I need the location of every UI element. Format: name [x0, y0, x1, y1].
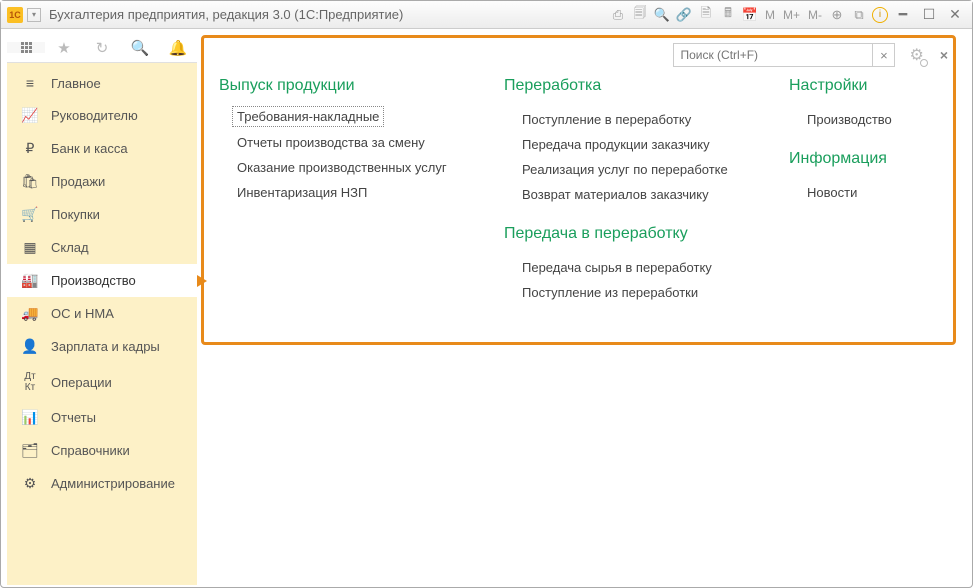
settings-gear-icon[interactable]: ⚙ [909, 45, 923, 65]
cart-icon: 🛒 [21, 206, 39, 223]
nav-item-bank[interactable]: ₽ Банк и касса [7, 132, 197, 165]
nav-item-directories[interactable]: 🗂 Справочники [7, 434, 197, 467]
debit-credit-icon: ДтКт [21, 371, 39, 393]
list-icon: ≡ [21, 75, 39, 91]
nav-label: ОС и НМА [51, 306, 114, 321]
minimize-button[interactable]: ━ [892, 6, 914, 23]
link-processing-services[interactable]: Реализация услуг по переработке [504, 157, 759, 182]
favorites-tab[interactable]: ★ [45, 39, 83, 57]
tabs-icon[interactable]: ⧉ [850, 6, 868, 24]
nav-label: Операции [51, 375, 112, 390]
link-news[interactable]: Новости [789, 180, 929, 205]
nav-label: Покупки [51, 207, 100, 222]
nav-item-operations[interactable]: ДтКт Операции [7, 363, 197, 401]
nav-item-manager[interactable]: 📈 Руководителю [7, 99, 197, 132]
content-panel: × ⚙ × Выпуск продукции Требования-наклад… [197, 33, 966, 585]
mem-mplus-button[interactable]: M+ [781, 8, 802, 22]
folder-icon: 🗂 [21, 442, 39, 459]
nav-item-assets[interactable]: 🚚 ОС и НМА [7, 297, 197, 330]
titlebar: 1C ▾ Бухгалтерия предприятия, редакция 3… [1, 1, 972, 29]
sidebar: ★ ↻ 🔍 🔔 ≡ Главное 📈 Руководителю ₽ Банк и к… [7, 33, 197, 585]
nav-item-admin[interactable]: ⚙ Администрирование [7, 467, 197, 500]
link-production-reports[interactable]: Отчеты производства за смену [219, 130, 474, 155]
chart-up-icon: 📈 [21, 107, 39, 124]
nav-label: Продажи [51, 174, 105, 189]
maximize-button[interactable]: ☐ [918, 6, 940, 23]
sidebar-tabs: ★ ↻ 🔍 🔔 [7, 33, 197, 63]
person-icon: 👤 [21, 338, 39, 355]
history-tab[interactable]: ↻ [83, 39, 121, 57]
section-information[interactable]: Информация [789, 150, 929, 168]
section-transfer-processing[interactable]: Передача в переработку [504, 225, 759, 243]
calculator-icon[interactable]: 🖩 [719, 6, 737, 24]
grid-icon [21, 42, 32, 53]
section-settings[interactable]: Настройки [789, 77, 929, 95]
content-toolbar: × ⚙ × [209, 37, 966, 77]
nav-label: Отчеты [51, 410, 96, 425]
boxes-icon: ▦ [21, 239, 39, 256]
bars-icon: 📊 [21, 409, 39, 426]
compare-icon[interactable]: 🗎 [697, 6, 715, 24]
nav: ≡ Главное 📈 Руководителю ₽ Банк и касса 🛍 Пр… [7, 63, 197, 585]
nav-label: Руководителю [51, 108, 138, 123]
app-logo-icon: 1C [7, 7, 23, 23]
sections-tab[interactable] [7, 42, 45, 53]
link-requirements[interactable]: Требования-накладные [233, 107, 383, 126]
link-transfer-raw[interactable]: Передача сырья в переработку [504, 255, 759, 280]
gear-icon: ⚙ [21, 475, 39, 492]
link-icon[interactable]: 🔗 [675, 6, 693, 24]
truck-icon: 🚚 [21, 305, 39, 322]
nav-label: Банк и касса [51, 141, 128, 156]
help-icon[interactable]: i [872, 7, 888, 23]
nav-label: Справочники [51, 443, 130, 458]
nav-label: Зарплата и кадры [51, 339, 160, 354]
ruble-icon: ₽ [21, 140, 39, 157]
close-panel-button[interactable]: × [940, 47, 948, 63]
nav-item-main[interactable]: ≡ Главное [7, 67, 197, 99]
clear-search-button[interactable]: × [873, 43, 895, 67]
nav-item-purchases[interactable]: 🛒 Покупки [7, 198, 197, 231]
nav-item-reports[interactable]: 📊 Отчеты [7, 401, 197, 434]
nav-label: Главное [51, 76, 101, 91]
bag-icon: 🛍 [21, 173, 39, 190]
mem-m-button[interactable]: M [763, 8, 777, 22]
nav-label: Склад [51, 240, 89, 255]
link-receipt-processing[interactable]: Поступление в переработку [504, 107, 759, 132]
nav-item-warehouse[interactable]: ▦ Склад [7, 231, 197, 264]
zoom-in-icon[interactable]: ⊕ [828, 6, 846, 24]
app-menu-dropdown[interactable]: ▾ [27, 8, 41, 22]
nav-label: Производство [51, 273, 136, 288]
section-processing[interactable]: Переработка [504, 77, 759, 95]
link-return-materials[interactable]: Возврат материалов заказчику [504, 182, 759, 207]
print-preview-icon[interactable]: 🗐 [631, 6, 649, 24]
mem-mminus-button[interactable]: M- [806, 8, 824, 22]
close-window-button[interactable]: ✕ [944, 6, 966, 23]
search-input[interactable] [673, 43, 873, 67]
link-wip-inventory[interactable]: Инвентаризация НЗП [219, 180, 474, 205]
search-tab[interactable]: 🔍 [121, 39, 159, 57]
link-receipt-from-processing[interactable]: Поступление из переработки [504, 280, 759, 305]
link-transfer-customer[interactable]: Передача продукции заказчику [504, 132, 759, 157]
calendar-icon[interactable]: 📅 [741, 6, 759, 24]
nav-item-production[interactable]: 🏭 Производство [7, 264, 197, 297]
window-title: Бухгалтерия предприятия, редакция 3.0 (1… [49, 7, 403, 22]
print-icon[interactable]: ⎙ [609, 6, 627, 24]
link-production-settings[interactable]: Производство [789, 107, 929, 132]
nav-item-salary[interactable]: 👤 Зарплата и кадры [7, 330, 197, 363]
nav-item-sales[interactable]: 🛍 Продажи [7, 165, 197, 198]
nav-label: Администрирование [51, 476, 175, 491]
link-production-services[interactable]: Оказание производственных услуг [219, 155, 474, 180]
search-icon[interactable]: 🔍 [653, 6, 671, 24]
factory-icon: 🏭 [21, 272, 39, 289]
section-product-output[interactable]: Выпуск продукции [219, 77, 474, 95]
notifications-tab[interactable]: 🔔 [159, 39, 197, 57]
